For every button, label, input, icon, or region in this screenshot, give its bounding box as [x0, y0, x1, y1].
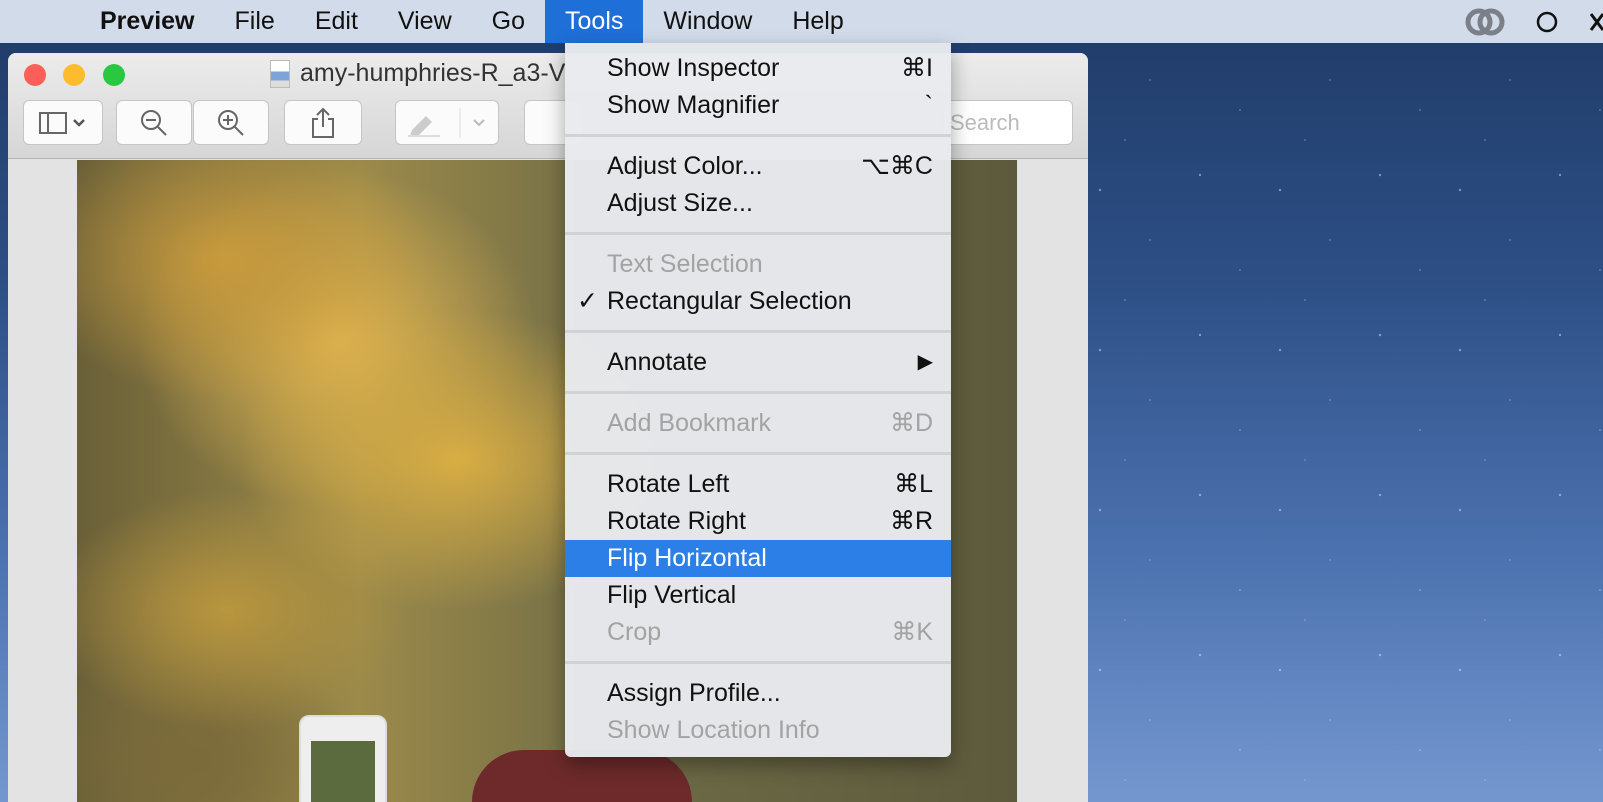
- menu-go[interactable]: Go: [472, 0, 545, 43]
- menu-item-rotate-right[interactable]: Rotate Right ⌘R: [565, 503, 951, 540]
- search-field[interactable]: Search: [943, 100, 1073, 145]
- menu-bar: Preview File Edit View Go Tools Window H…: [0, 0, 1603, 43]
- share-button[interactable]: [284, 100, 362, 145]
- menu-view[interactable]: View: [378, 0, 472, 43]
- menu-item-adjust-color[interactable]: Adjust Color... ⌥⌘C: [565, 148, 951, 185]
- menu-item-flip-vertical[interactable]: Flip Vertical: [565, 577, 951, 614]
- apple-menu-icon[interactable]: [0, 0, 80, 43]
- menu-separator: [565, 651, 951, 675]
- zoom-out-button[interactable]: [116, 100, 192, 145]
- checkmark-icon: ✓: [577, 287, 598, 315]
- markup-pen-icon: [408, 107, 485, 138]
- menu-item-annotate[interactable]: Annotate ▶: [565, 344, 951, 381]
- menu-item-rotate-left[interactable]: Rotate Left ⌘L: [565, 466, 951, 503]
- menu-item-assign-profile[interactable]: Assign Profile...: [565, 675, 951, 712]
- menu-file[interactable]: File: [215, 0, 295, 43]
- menu-tools[interactable]: Tools: [545, 0, 644, 43]
- menu-help[interactable]: Help: [772, 0, 863, 43]
- window-title-text: amy-humphries-R_a3-V: [300, 59, 566, 87]
- document-icon: [270, 59, 290, 88]
- zoom-in-icon: [218, 109, 244, 136]
- menu-item-show-inspector[interactable]: Show Inspector ⌘I: [565, 50, 951, 87]
- menu-separator: [565, 124, 951, 148]
- share-icon: [312, 107, 334, 138]
- close-button[interactable]: [24, 64, 46, 86]
- menu-separator: [565, 320, 951, 344]
- zoom-out-icon: [141, 109, 167, 136]
- minimize-button[interactable]: [63, 64, 85, 86]
- hat-in-photo: [472, 750, 692, 802]
- menu-item-crop: Crop ⌘K: [607, 618, 933, 646]
- creative-cloud-icon[interactable]: [1465, 7, 1505, 37]
- menu-preview[interactable]: Preview: [80, 0, 215, 43]
- tools-menu-dropdown: Show Inspector ⌘I Show Magnifier ` Adjust …: [565, 43, 951, 757]
- zoom-button[interactable]: [103, 64, 125, 86]
- menu-separator: [565, 222, 951, 246]
- menu-item-show-magnifier[interactable]: Show Magnifier `: [565, 87, 951, 124]
- submenu-arrow-icon: ▶: [917, 351, 933, 373]
- menu-item-show-location-info: Show Location Info: [607, 716, 820, 744]
- status-x-icon[interactable]: [1589, 10, 1603, 34]
- phone-in-photo: [299, 715, 387, 802]
- menu-item-add-bookmark: Add Bookmark ⌘D: [607, 409, 933, 437]
- menu-item-text-selection: Text Selection: [607, 250, 763, 278]
- status-circle-icon[interactable]: [1535, 10, 1559, 34]
- zoom-in-button[interactable]: [193, 100, 269, 145]
- menu-item-flip-horizontal[interactable]: Flip Horizontal: [565, 540, 951, 577]
- menu-separator: [565, 381, 951, 405]
- window-title: amy-humphries-R_a3-V: [270, 59, 565, 88]
- sidebar-toggle-button[interactable]: [23, 100, 103, 145]
- sidebar-icon: [39, 111, 85, 134]
- menu-separator: [565, 442, 951, 466]
- menu-item-rectangular-selection[interactable]: ✓ Rectangular Selection: [565, 283, 951, 320]
- menu-edit[interactable]: Edit: [295, 0, 378, 43]
- markup-button[interactable]: [395, 100, 499, 145]
- menu-window[interactable]: Window: [643, 0, 772, 43]
- menu-item-adjust-size[interactable]: Adjust Size...: [565, 185, 951, 222]
